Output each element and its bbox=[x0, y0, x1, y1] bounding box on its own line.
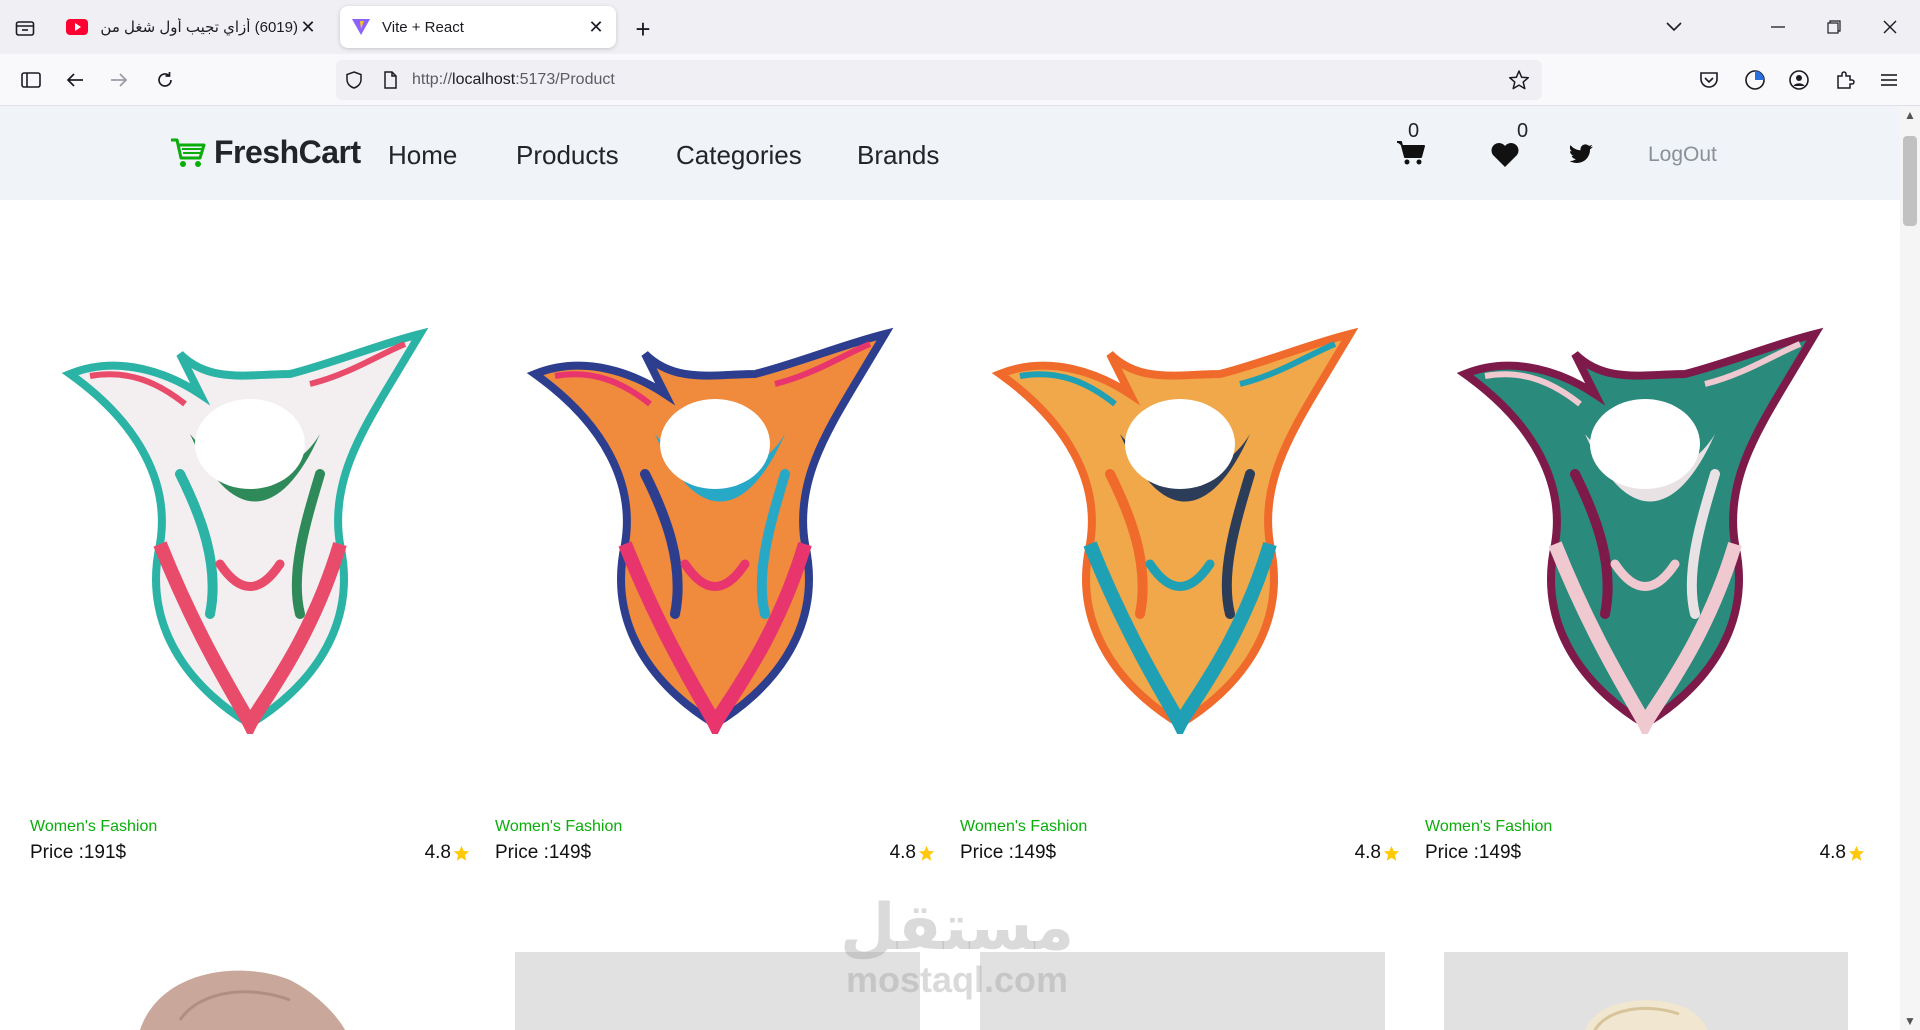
nav-categories-link[interactable]: Categories bbox=[676, 140, 802, 171]
tab-title: Vite + React bbox=[382, 18, 464, 36]
star-icon bbox=[1383, 845, 1400, 861]
product-image-placeholder[interactable] bbox=[1444, 952, 1848, 1030]
star-icon bbox=[1848, 845, 1865, 861]
product-category: Women's Fashion bbox=[960, 818, 1088, 835]
vite-icon bbox=[350, 18, 372, 36]
tab-title: (6019) أزاي تجيب أول شغل من ال bbox=[98, 19, 298, 36]
star-icon bbox=[453, 845, 470, 861]
product-price: Price :149$ bbox=[960, 842, 1057, 863]
product-image[interactable] bbox=[495, 294, 935, 754]
forward-icon[interactable] bbox=[104, 66, 134, 94]
product-image[interactable] bbox=[1425, 294, 1865, 754]
nav-home-link[interactable]: Home bbox=[388, 140, 457, 171]
product-rating: 4.8 bbox=[425, 842, 470, 864]
rating-value: 4.8 bbox=[889, 842, 916, 863]
site-navbar: FreshCart Home Products Categories Brand… bbox=[0, 106, 1900, 200]
back-icon[interactable] bbox=[60, 66, 90, 94]
wishlist-count: 0 bbox=[1517, 120, 1529, 142]
tab-list-icon[interactable] bbox=[10, 14, 40, 42]
product-rating: 4.8 bbox=[1355, 842, 1400, 864]
tracking-protection-icon[interactable] bbox=[344, 70, 364, 90]
browser-tab-bar: (6019) أزاي تجيب أول شغل من ال ✕ Vite + … bbox=[0, 0, 1920, 54]
brand-logo[interactable]: FreshCart bbox=[170, 134, 361, 171]
scroll-down-icon[interactable]: ▼ bbox=[1904, 1014, 1916, 1028]
product-price: Price :149$ bbox=[495, 842, 592, 863]
product-category: Women's Fashion bbox=[495, 818, 623, 835]
restore-icon[interactable] bbox=[1814, 12, 1854, 42]
pocket-icon[interactable] bbox=[1694, 66, 1724, 94]
product-rating: 4.8 bbox=[890, 842, 935, 864]
page-info-icon[interactable] bbox=[380, 70, 400, 90]
extensions-icon[interactable] bbox=[1830, 66, 1860, 94]
close-tab-icon[interactable]: ✕ bbox=[298, 17, 318, 37]
youtube-icon bbox=[66, 18, 88, 36]
page-viewport: FreshCart Home Products Categories Brand… bbox=[0, 106, 1920, 1030]
new-tab-button[interactable]: + bbox=[628, 14, 658, 44]
twitter-icon[interactable] bbox=[1570, 144, 1594, 164]
minimize-icon[interactable] bbox=[1758, 12, 1798, 42]
product-image-partial[interactable] bbox=[120, 950, 360, 1030]
browser-nav-bar: http://localhost:5173/Product bbox=[0, 54, 1920, 106]
address-bar[interactable]: http://localhost:5173/Product bbox=[336, 60, 1542, 100]
product-card[interactable]: Women's Fashion Price :149$ 4.8 bbox=[1425, 294, 1865, 994]
product-category: Women's Fashion bbox=[30, 818, 158, 835]
rating-value: 4.8 bbox=[1354, 842, 1381, 863]
list-all-tabs-icon[interactable] bbox=[1654, 12, 1694, 42]
brand-name: FreshCart bbox=[214, 134, 361, 170]
product-card[interactable]: Women's Fashion Price :149$ 4.8 bbox=[495, 294, 935, 994]
product-card[interactable]: Women's Fashion Price :191$ 4.8 bbox=[30, 294, 470, 994]
sidebar-icon[interactable] bbox=[16, 66, 46, 94]
extension-status-icon[interactable] bbox=[1740, 66, 1770, 94]
logout-link[interactable]: LogOut bbox=[1648, 143, 1717, 167]
nav-products-link[interactable]: Products bbox=[516, 140, 619, 171]
product-price: Price :149$ bbox=[1425, 842, 1522, 863]
page-scrollbar[interactable]: ▲ ▼ bbox=[1900, 106, 1920, 1030]
star-icon bbox=[918, 845, 935, 861]
product-image[interactable] bbox=[30, 294, 470, 754]
scroll-up-icon[interactable]: ▲ bbox=[1904, 108, 1916, 122]
tab-vite-react[interactable]: Vite + React ✕ bbox=[340, 6, 616, 48]
product-category: Women's Fashion bbox=[1425, 818, 1553, 835]
menu-icon[interactable] bbox=[1874, 66, 1904, 94]
bookmark-star-icon[interactable] bbox=[1508, 69, 1530, 91]
nav-brands-link[interactable]: Brands bbox=[857, 140, 939, 171]
watermark: مستقل mostaql.com bbox=[840, 891, 1075, 1000]
product-price: Price :191$ bbox=[30, 842, 127, 863]
reload-icon[interactable] bbox=[150, 66, 180, 94]
heart-icon[interactable] bbox=[1490, 142, 1520, 168]
rating-value: 4.8 bbox=[424, 842, 451, 863]
cart-logo-icon bbox=[171, 138, 206, 167]
tab-youtube[interactable]: (6019) أزاي تجيب أول شغل من ال ✕ bbox=[56, 6, 328, 48]
scrollbar-thumb[interactable] bbox=[1903, 136, 1917, 226]
account-icon[interactable] bbox=[1784, 66, 1814, 94]
close-window-icon[interactable] bbox=[1870, 12, 1910, 42]
url-text[interactable]: http://localhost:5173/Product bbox=[412, 71, 615, 89]
close-tab-icon[interactable]: ✕ bbox=[586, 17, 606, 37]
product-image[interactable] bbox=[960, 294, 1400, 754]
rating-value: 4.8 bbox=[1819, 842, 1846, 863]
product-rating: 4.8 bbox=[1820, 842, 1865, 864]
product-card[interactable]: Women's Fashion Price :149$ 4.8 bbox=[960, 294, 1400, 994]
cart-icon[interactable] bbox=[1396, 140, 1426, 166]
